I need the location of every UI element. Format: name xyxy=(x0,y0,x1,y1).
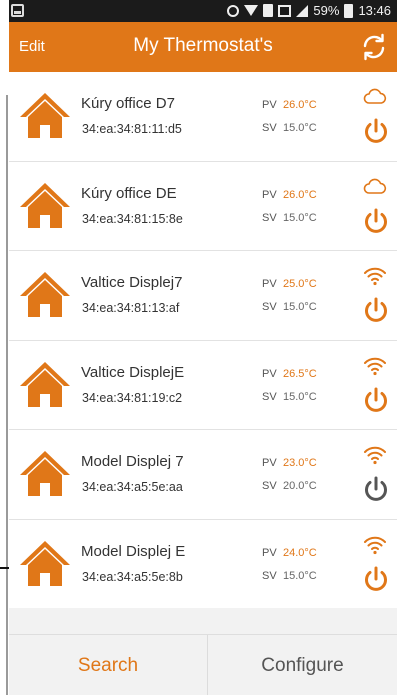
power-icon[interactable] xyxy=(361,385,391,415)
sv-label: SV xyxy=(262,211,277,224)
sv-value: 20.0°C xyxy=(283,480,317,492)
house-icon xyxy=(20,272,70,317)
sv-label: SV xyxy=(262,480,277,492)
device-name: Valtice DisplejE xyxy=(81,363,185,381)
wifi-signal-icon xyxy=(364,357,386,375)
list-empty-area xyxy=(9,608,397,634)
pv-label: PV xyxy=(262,99,277,111)
device-name: Kúry office DE xyxy=(81,184,177,202)
device-mac: 34:ea:34:81:15:8e xyxy=(82,211,183,226)
house-icon xyxy=(20,361,70,407)
status-icons: 59% 13:46 xyxy=(227,3,391,18)
device-row[interactable]: Kúry office D7 34:ea:34:81:11:d5 PV 26.0°C S… xyxy=(9,72,397,162)
pv-value: 23.0°C xyxy=(283,457,317,469)
device-mac: 34:ea:34:a5:5e:8b xyxy=(82,569,183,584)
app-header: Edit My Thermostat's xyxy=(9,22,397,72)
refresh-icon[interactable] xyxy=(359,32,389,62)
device-name: Model Displej E xyxy=(81,542,186,560)
power-icon[interactable] xyxy=(361,206,391,236)
cloud-icon xyxy=(363,178,387,194)
pv-label: PV xyxy=(262,278,277,290)
sv-label: SV xyxy=(262,569,277,582)
wifi-signal-icon xyxy=(364,267,386,286)
pv-value: 24.0°C xyxy=(283,546,317,559)
device-mac: 34:ea:34:81:13:af xyxy=(82,301,180,315)
status-bar: 59% 13:46 xyxy=(9,0,397,22)
device-row[interactable]: Model Displej 7 34:ea:34:a5:5e:aa PV 23.0°C… xyxy=(9,430,397,520)
power-icon[interactable] xyxy=(361,474,391,504)
pv-value: 26.5°C xyxy=(283,367,317,380)
device-list: Kúry office D7 34:ea:34:81:11:d5 PV 26.0°C S… xyxy=(9,72,397,609)
wifi-signal-icon xyxy=(364,536,386,554)
sv-value: 15.0°C xyxy=(283,211,317,224)
clock: 13:46 xyxy=(358,3,391,18)
device-row[interactable]: Kúry office DE 34:ea:34:81:15:8e PV 26.0°C S… xyxy=(9,161,397,251)
sv-value: 15.0°C xyxy=(283,122,317,134)
pv-value: 25.0°C xyxy=(283,278,317,290)
device-row[interactable]: Valtice DisplejE 34:ea:34:81:19:c2 PV 26.5°… xyxy=(9,340,397,430)
pv-label: PV xyxy=(262,546,277,559)
device-mac: 34:ea:34:a5:5e:aa xyxy=(82,480,183,494)
app-screen: 59% 13:46 Edit My Thermostat's Kúry offi… xyxy=(9,0,397,695)
pv-label: PV xyxy=(262,367,277,380)
sv-value: 15.0°C xyxy=(283,301,317,313)
configure-button[interactable]: Configure xyxy=(208,635,397,695)
device-name: Kúry office D7 xyxy=(81,95,175,112)
left-gutter xyxy=(0,0,9,695)
device-mac: 34:ea:34:81:11:d5 xyxy=(82,122,182,136)
pv-label: PV xyxy=(262,188,277,201)
house-icon xyxy=(20,451,70,496)
alarm-icon xyxy=(227,4,240,17)
search-button[interactable]: Search xyxy=(9,635,208,695)
house-icon xyxy=(20,540,70,586)
wifi-icon xyxy=(244,5,259,16)
battery-icon xyxy=(344,3,354,18)
cloud-icon xyxy=(363,88,387,104)
pv-value: 26.0°C xyxy=(283,99,317,111)
gutter-line xyxy=(6,95,8,695)
device-name: Model Displej 7 xyxy=(81,453,184,470)
device-row[interactable]: Model Displej E 34:ea:34:a5:5e:8b PV 24.0°C… xyxy=(9,519,397,609)
sv-label: SV xyxy=(262,390,277,403)
sv-label: SV xyxy=(262,122,277,134)
power-icon[interactable] xyxy=(361,116,391,146)
wifi-signal-icon xyxy=(364,446,386,465)
page-title: My Thermostat's xyxy=(133,35,273,56)
screen-icon xyxy=(11,4,24,17)
power-icon[interactable] xyxy=(361,295,391,325)
bottom-bar: Search Configure xyxy=(9,634,397,695)
sv-value: 15.0°C xyxy=(283,390,317,403)
device-row[interactable]: Valtice Displej7 34:ea:34:81:13:af PV 25.0°… xyxy=(9,251,397,341)
battery-percent: 59% xyxy=(313,3,340,18)
device-name: Valtice Displej7 xyxy=(81,274,183,291)
signal-icon xyxy=(296,4,309,17)
house-icon xyxy=(20,93,70,138)
gutter-stub xyxy=(0,567,9,569)
pv-label: PV xyxy=(262,457,277,469)
sv-value: 15.0°C xyxy=(283,569,317,582)
sim-icon xyxy=(263,4,274,17)
device-mac: 34:ea:34:81:19:c2 xyxy=(82,390,183,405)
sv-label: SV xyxy=(262,301,277,313)
house-icon xyxy=(20,182,70,228)
image-icon xyxy=(278,4,292,17)
pv-value: 26.0°C xyxy=(283,188,317,201)
power-icon[interactable] xyxy=(361,564,391,594)
